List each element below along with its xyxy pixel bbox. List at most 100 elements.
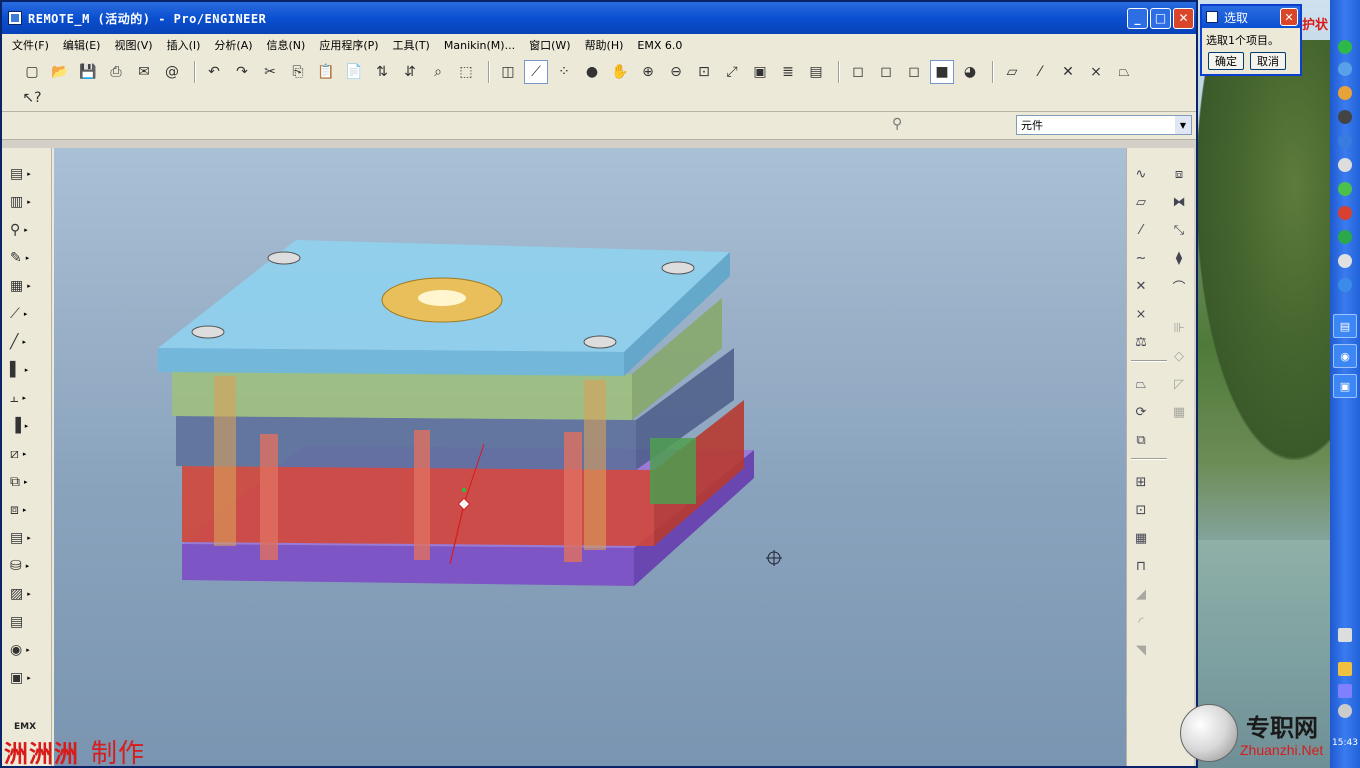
- spring-icon[interactable]: ⧉ ▸: [10, 470, 42, 494]
- plane-icon[interactable]: ▱: [1129, 190, 1153, 214]
- chevron-down-icon[interactable]: ▼: [1175, 116, 1191, 134]
- emx-icon[interactable]: ▣ ▸: [10, 666, 42, 690]
- pin-icon[interactable]: ✎ ▸: [10, 246, 42, 270]
- shell-icon[interactable]: ◇: [1167, 344, 1191, 368]
- new-file-icon[interactable]: ▢: [20, 60, 44, 84]
- close-icon[interactable]: ✕: [1280, 8, 1298, 26]
- point-icon[interactable]: ✕: [1129, 274, 1153, 298]
- datum-point-tool-icon[interactable]: ✕: [1056, 60, 1080, 84]
- hide-icon[interactable]: ▤: [10, 610, 42, 634]
- context-help-icon[interactable]: ↖?: [20, 86, 44, 110]
- support-icon[interactable]: ⧄ ▸: [10, 442, 42, 466]
- rod-icon[interactable]: ╱ ▸: [10, 330, 42, 354]
- blend-icon[interactable]: ⧫: [1167, 246, 1191, 270]
- csys-tool-icon[interactable]: ⨯: [1084, 60, 1108, 84]
- title-bar[interactable]: REMOTE_M (活动的) - Pro/ENGINEER _ □ ✕: [2, 2, 1196, 34]
- analysis-icon[interactable]: ⚖: [1129, 330, 1153, 354]
- hole-icon[interactable]: ▦: [1167, 400, 1191, 424]
- antivirus-icon[interactable]: [1338, 206, 1352, 220]
- volume-icon[interactable]: [1338, 684, 1352, 698]
- shaded-icon[interactable]: ■: [930, 60, 954, 84]
- copy-icon[interactable]: ⎘: [286, 60, 310, 84]
- close-button[interactable]: ✕: [1173, 7, 1194, 29]
- pin-icon[interactable]: ⚲: [892, 116, 906, 136]
- menu-analysis[interactable]: 分析(A): [214, 37, 252, 53]
- no-hidden-icon[interactable]: ◻: [902, 60, 926, 84]
- cooling-icon[interactable]: ▐ ▸: [10, 414, 42, 438]
- cancel-button[interactable]: 取消: [1250, 52, 1286, 70]
- axis-display-icon[interactable]: ⟋: [524, 60, 548, 84]
- bom-icon[interactable]: ⛁ ▸: [10, 554, 42, 578]
- draft-icon[interactable]: ◥: [1129, 638, 1153, 662]
- shield-icon[interactable]: [1338, 40, 1352, 54]
- save-icon[interactable]: 💾: [76, 60, 100, 84]
- cut-icon[interactable]: ✂: [258, 60, 282, 84]
- language-icon[interactable]: [1338, 662, 1352, 676]
- screw-icon[interactable]: ⚲ ▸: [10, 218, 42, 242]
- ejector-icon[interactable]: ⟋ ▸: [10, 302, 42, 326]
- selection-filter-select[interactable]: 元件 ▼: [1016, 115, 1192, 135]
- axis-icon[interactable]: ⁄: [1129, 218, 1153, 242]
- regenerate-icon[interactable]: ⇅: [370, 60, 394, 84]
- app-icon[interactable]: [8, 11, 22, 25]
- menu-window[interactable]: 窗口(W): [529, 37, 570, 53]
- keyboard-icon[interactable]: [1338, 628, 1352, 642]
- select-dialog-titlebar[interactable]: 选取 ✕: [1202, 6, 1300, 28]
- connect-icon[interactable]: [1338, 158, 1352, 172]
- zoom-out-icon[interactable]: ⊖: [664, 60, 688, 84]
- round-icon[interactable]: ◢: [1129, 582, 1153, 606]
- select-box-icon[interactable]: ⬚: [454, 60, 478, 84]
- revolve-icon[interactable]: ⟳: [1129, 400, 1153, 424]
- hidden-line-icon[interactable]: ◻: [874, 60, 898, 84]
- trim-icon[interactable]: ⊡: [1129, 498, 1153, 522]
- slider-icon[interactable]: ▌ ▸: [10, 358, 42, 382]
- print-icon[interactable]: ⎙: [104, 60, 128, 84]
- offset-icon[interactable]: ▦: [1129, 526, 1153, 550]
- saved-views-icon[interactable]: ▣: [748, 60, 772, 84]
- shading-icon[interactable]: ●: [580, 60, 604, 84]
- email-icon[interactable]: ✉: [132, 60, 156, 84]
- menu-emx[interactable]: EMX 6.0: [637, 39, 682, 52]
- maximize-button[interactable]: □: [1150, 7, 1171, 29]
- update-icon[interactable]: [1338, 278, 1352, 292]
- messenger-icon[interactable]: [1338, 134, 1352, 148]
- emx-part-icon[interactable]: ▤ ▸: [10, 526, 42, 550]
- plate-icon[interactable]: ▥ ▸: [10, 190, 42, 214]
- taskbar-app-window[interactable]: ▣: [1333, 374, 1357, 398]
- datum-plane-tool-icon[interactable]: ▱: [1000, 60, 1024, 84]
- mirror-icon[interactable]: ⧓: [1167, 190, 1191, 214]
- pattern-icon[interactable]: ⧈: [1167, 162, 1191, 186]
- surface-icon[interactable]: ⌒: [1167, 274, 1191, 298]
- enhanced-realism-icon[interactable]: ◕: [958, 60, 982, 84]
- sweep-icon[interactable]: ⧉: [1129, 428, 1153, 452]
- refit-icon[interactable]: ⊡: [692, 60, 716, 84]
- graphics-window[interactable]: [54, 148, 1126, 766]
- style-icon[interactable]: ⊪: [1167, 316, 1191, 340]
- taskbar-app-player[interactable]: ◉: [1333, 344, 1357, 368]
- wireframe-icon[interactable]: ◻: [846, 60, 870, 84]
- ie-icon[interactable]: [1338, 182, 1352, 196]
- chamfer-icon[interactable]: ◜: [1129, 610, 1153, 634]
- mold-assembly-model[interactable]: [54, 148, 1126, 766]
- menu-insert[interactable]: 插入(I): [167, 37, 201, 53]
- menu-help[interactable]: 帮助(H): [585, 37, 624, 53]
- menu-tools[interactable]: 工具(T): [393, 37, 430, 53]
- paste-special-icon[interactable]: 📄: [342, 60, 366, 84]
- datum-display-icon[interactable]: ◫: [496, 60, 520, 84]
- curve-icon[interactable]: ∼: [1129, 246, 1153, 270]
- point-display-icon[interactable]: ⁘: [552, 60, 576, 84]
- check-icon[interactable]: ◉ ▸: [10, 638, 42, 662]
- rib-icon[interactable]: ◸: [1167, 372, 1191, 396]
- pan-icon[interactable]: ✋: [608, 60, 632, 84]
- menu-applications[interactable]: 应用程序(P): [319, 37, 378, 53]
- drawing-icon[interactable]: ▨ ▸: [10, 582, 42, 606]
- taskbar-app-proe[interactable]: ▤: [1333, 314, 1357, 338]
- view-manager-icon[interactable]: ▤: [804, 60, 828, 84]
- find-icon[interactable]: ⌕: [426, 60, 450, 84]
- clock-icon[interactable]: [1338, 110, 1352, 124]
- extrude-icon[interactable]: ⏢: [1129, 372, 1153, 396]
- move-icon[interactable]: ⤡: [1167, 218, 1191, 242]
- annotation-icon[interactable]: ⏢: [1112, 60, 1136, 84]
- layers-icon[interactable]: ≣: [776, 60, 800, 84]
- menu-manikin[interactable]: Manikin(M)...: [444, 39, 515, 52]
